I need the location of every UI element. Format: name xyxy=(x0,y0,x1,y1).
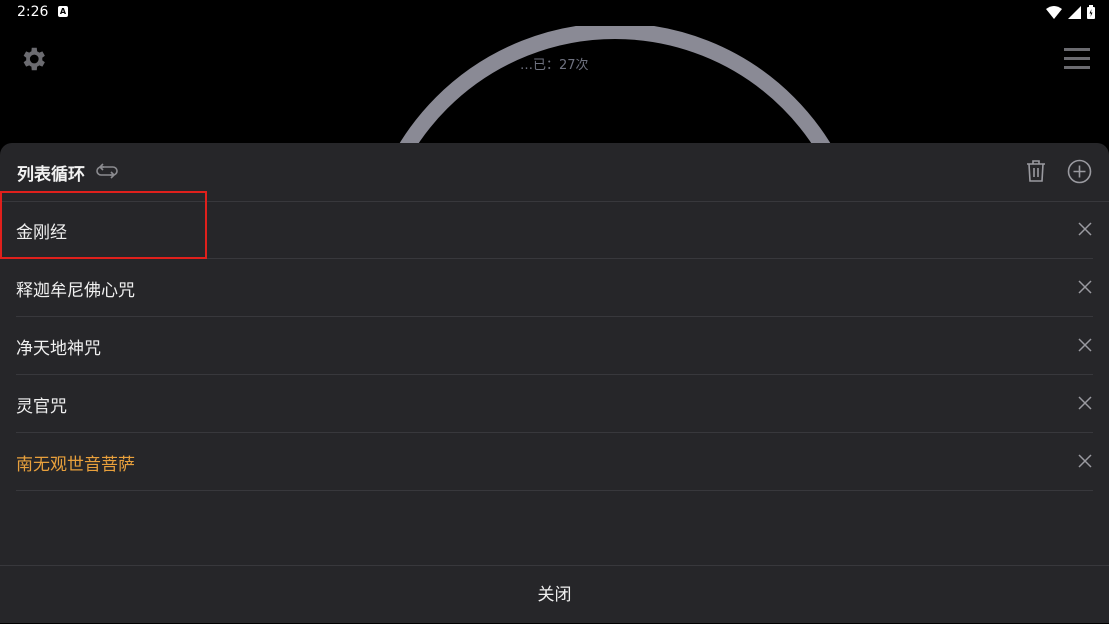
list-item[interactable]: 灵官咒 xyxy=(16,375,1093,433)
wifi-icon xyxy=(1046,5,1062,19)
sheet-title: 列表循环 xyxy=(17,165,85,185)
list-item[interactable]: 释迦牟尼佛心咒 xyxy=(16,259,1093,317)
status-time: 2:26 xyxy=(17,4,49,20)
background-stage xyxy=(0,26,1109,156)
close-icon[interactable] xyxy=(1077,337,1093,353)
battery-icon xyxy=(1087,5,1095,19)
gear-icon[interactable] xyxy=(18,44,48,74)
list-item[interactable]: 净天地神咒 xyxy=(16,317,1093,375)
item-label: 南无观世音菩萨 xyxy=(16,455,135,475)
loop-icon[interactable] xyxy=(95,161,119,181)
glow-ring xyxy=(360,26,870,156)
status-bar: 2:26 A xyxy=(0,0,1109,26)
item-label: 释迦牟尼佛心咒 xyxy=(16,281,135,301)
item-label: 净天地神咒 xyxy=(16,339,101,359)
playlist-sheet: 列表循环 金刚经 释迦牟尼佛心咒 净天地神咒 灵官咒 南无观世音菩萨 关闭 xyxy=(0,143,1109,623)
close-icon[interactable] xyxy=(1077,221,1093,237)
close-icon[interactable] xyxy=(1077,453,1093,469)
trash-icon[interactable] xyxy=(1025,159,1047,183)
menu-icon[interactable] xyxy=(1064,48,1090,70)
close-button[interactable]: 关闭 xyxy=(0,566,1109,624)
status-icons xyxy=(1046,5,1095,19)
notification-a-icon: A xyxy=(58,6,68,17)
sheet-footer: 关闭 xyxy=(0,565,1109,624)
add-circle-icon[interactable] xyxy=(1067,159,1092,184)
signal-icon xyxy=(1068,5,1081,19)
list-item-active[interactable]: 南无观世音菩萨 xyxy=(16,433,1093,491)
close-icon[interactable] xyxy=(1077,395,1093,411)
highlight-box xyxy=(0,191,207,259)
counter-text: …已：27次 xyxy=(520,58,589,73)
item-label: 灵官咒 xyxy=(16,397,67,417)
close-icon[interactable] xyxy=(1077,279,1093,295)
